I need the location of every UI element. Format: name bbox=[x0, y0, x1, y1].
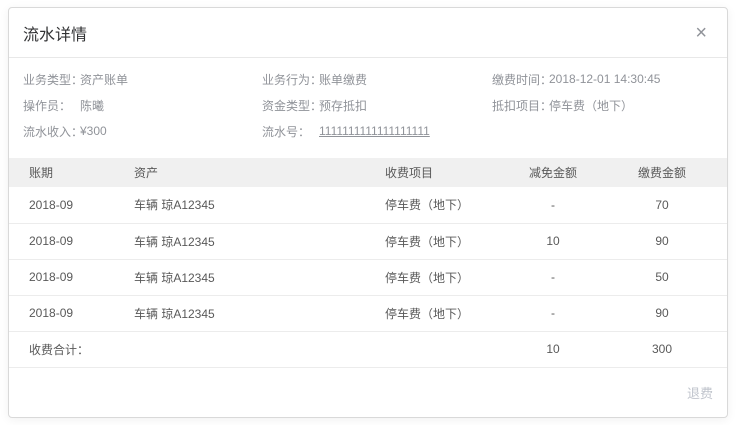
close-icon[interactable]: × bbox=[695, 23, 707, 43]
cell-period: 2018-09 bbox=[9, 259, 134, 295]
cell-fee-item: 停车费（地下） bbox=[385, 187, 509, 223]
table-row: 2018-09 车辆 琼A12345 停车费（地下） - 90 bbox=[9, 295, 727, 331]
cell-period: 2018-09 bbox=[9, 187, 134, 223]
info-label: 抵扣项目： bbox=[492, 97, 549, 114]
info-field-serial-number: 流水号： 1111111111111111111 bbox=[262, 118, 492, 144]
info-value: ¥300 bbox=[80, 124, 107, 138]
table-row: 2018-09 车辆 琼A12345 停车费（地下） - 70 bbox=[9, 187, 727, 223]
page-title: 流水详情 bbox=[23, 21, 87, 45]
info-grid: 业务类型： 资产账单 业务行为： 账单缴费 缴费时间： 2018-12-01 1… bbox=[9, 58, 727, 150]
cell-asset: 车辆 琼A12345 bbox=[134, 295, 385, 331]
serial-number-link[interactable]: 1111111111111111111 bbox=[319, 124, 430, 138]
col-header-fee-item: 收费项目 bbox=[385, 158, 509, 187]
info-value: 陈曦 bbox=[80, 97, 104, 114]
info-value: 预存抵扣 bbox=[319, 97, 367, 114]
cell-asset: 车辆 琼A12345 bbox=[134, 187, 385, 223]
cell-amount: 90 bbox=[597, 223, 727, 259]
dialog-header: 流水详情 × bbox=[9, 8, 727, 58]
cell-period: 2018-09 bbox=[9, 223, 134, 259]
table-header-row: 账期 资产 收费项目 减免金额 缴费金额 bbox=[9, 158, 727, 187]
cell-asset: 车辆 琼A12345 bbox=[134, 223, 385, 259]
table-row: 2018-09 车辆 琼A12345 停车费（地下） - 50 bbox=[9, 259, 727, 295]
info-value: 停车费（地下） bbox=[549, 97, 633, 114]
info-field-fund-type: 资金类型： 预存抵扣 bbox=[262, 92, 492, 118]
col-header-asset: 资产 bbox=[134, 158, 385, 187]
cell-amount: 90 bbox=[597, 295, 727, 331]
info-value: 账单缴费 bbox=[319, 71, 367, 88]
total-label: 收费合计： bbox=[9, 331, 509, 367]
cell-reduction: - bbox=[509, 187, 597, 223]
info-value: 资产账单 bbox=[80, 71, 128, 88]
col-header-period: 账期 bbox=[9, 158, 134, 187]
col-header-amount: 缴费金额 bbox=[597, 158, 727, 187]
cell-period: 2018-09 bbox=[9, 295, 134, 331]
cell-fee-item: 停车费（地下） bbox=[385, 295, 509, 331]
transaction-detail-dialog: 流水详情 × 业务类型： 资产账单 业务行为： 账单缴费 缴费时间： 2018-… bbox=[8, 7, 728, 418]
info-label: 操作员： bbox=[23, 97, 80, 114]
col-header-reduction: 减免金额 bbox=[509, 158, 597, 187]
transaction-table: 账期 资产 收费项目 减免金额 缴费金额 2018-09 车辆 琼A12345 … bbox=[9, 158, 727, 367]
refund-button[interactable]: 退费 bbox=[687, 383, 713, 402]
info-label: 业务类型： bbox=[23, 71, 80, 88]
info-field-income: 流水收入： ¥300 bbox=[23, 118, 262, 144]
info-label: 流水收入： bbox=[23, 123, 80, 140]
table-row: 2018-09 车辆 琼A12345 停车费（地下） 10 90 bbox=[9, 223, 727, 259]
cell-fee-item: 停车费（地下） bbox=[385, 259, 509, 295]
cell-asset: 车辆 琼A12345 bbox=[134, 259, 385, 295]
dialog-footer: 退费 bbox=[9, 367, 727, 417]
cell-reduction: 10 bbox=[509, 223, 597, 259]
cell-fee-item: 停车费（地下） bbox=[385, 223, 509, 259]
info-label: 业务行为： bbox=[262, 71, 319, 88]
info-label: 资金类型： bbox=[262, 97, 319, 114]
cell-reduction: - bbox=[509, 259, 597, 295]
total-reduction: 10 bbox=[509, 331, 597, 367]
info-label: 流水号： bbox=[262, 123, 319, 140]
info-label: 缴费时间： bbox=[492, 71, 549, 88]
info-value: 2018-12-01 14:30:45 bbox=[549, 72, 660, 86]
info-field-business-action: 业务行为： 账单缴费 bbox=[262, 66, 492, 92]
info-field-payment-time: 缴费时间： 2018-12-01 14:30:45 bbox=[492, 66, 713, 92]
cell-amount: 70 bbox=[597, 187, 727, 223]
info-field-business-type: 业务类型： 资产账单 bbox=[23, 66, 262, 92]
cell-reduction: - bbox=[509, 295, 597, 331]
info-field-operator: 操作员： 陈曦 bbox=[23, 92, 262, 118]
table-total-row: 收费合计： 10 300 bbox=[9, 331, 727, 367]
info-field-deduction-item: 抵扣项目： 停车费（地下） bbox=[492, 92, 713, 118]
total-amount: 300 bbox=[597, 331, 727, 367]
cell-amount: 50 bbox=[597, 259, 727, 295]
